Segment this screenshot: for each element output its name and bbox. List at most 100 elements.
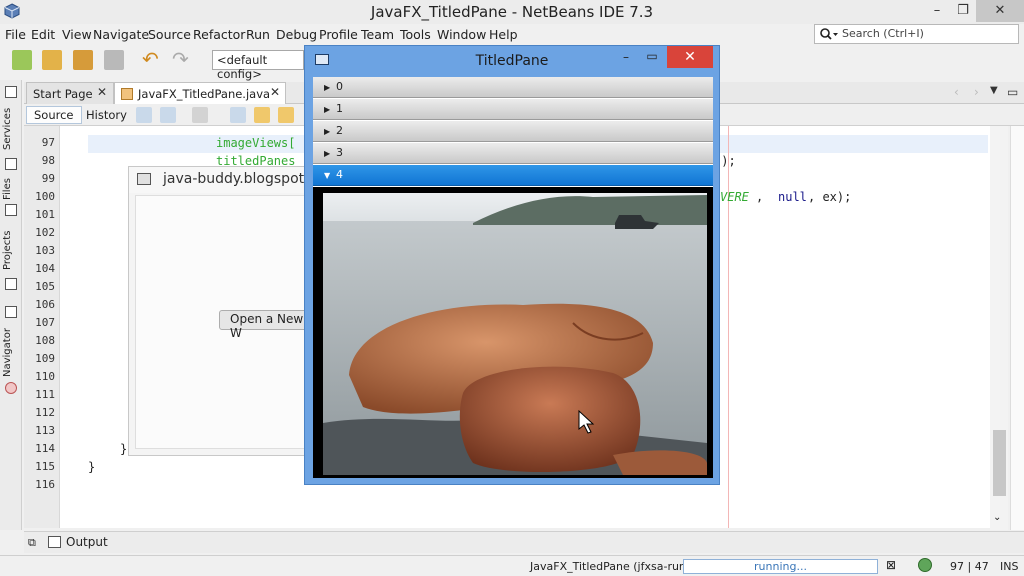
forward-icon[interactable]	[160, 107, 176, 123]
history-button[interactable]: History	[78, 106, 135, 124]
menu-team[interactable]: Team	[361, 27, 394, 42]
minimize-button[interactable]: –	[613, 46, 639, 68]
running-task-label: JavaFX_TitledPane (jfxsa-run)	[530, 560, 691, 573]
maximize-editor-icon[interactable]: ▭	[1007, 85, 1018, 99]
menu-refactor[interactable]: Refactor	[193, 27, 245, 42]
titled-pane-4[interactable]: ▼ 4	[313, 165, 713, 186]
search-input[interactable]: Search (Ctrl+I)	[814, 24, 1019, 44]
line-number: 103	[35, 244, 55, 257]
rocks-photo	[323, 193, 707, 475]
menu-profile[interactable]: Profile	[319, 27, 358, 42]
services-panel-icon[interactable]	[5, 86, 17, 98]
navigator-panel-icon[interactable]	[5, 306, 17, 318]
scrollbar-thumb[interactable]	[993, 430, 1006, 496]
line-number: 114	[35, 442, 55, 455]
code-line-100-level: VERE	[720, 190, 749, 204]
prev-occurrence-icon[interactable]	[254, 107, 270, 123]
close-button[interactable]: ✕	[667, 46, 713, 68]
side-tab-navigator[interactable]: Navigator	[2, 324, 20, 382]
files-icon[interactable]	[5, 204, 17, 216]
editor-scrollbar[interactable]: ⌄	[990, 126, 1008, 530]
output-tab[interactable]: Output	[66, 535, 108, 549]
find-icon[interactable]	[230, 107, 246, 123]
bookmark-icon[interactable]	[192, 107, 208, 123]
titled-pane-2[interactable]: ▶ 2	[313, 121, 713, 142]
scroll-down-icon[interactable]: ⌄	[993, 512, 1001, 523]
new-file-icon[interactable]	[12, 50, 32, 70]
scroll-left-icon[interactable]: ‹	[954, 85, 959, 99]
titled-pane-3[interactable]: ▶ 3	[313, 143, 713, 164]
line-number: 109	[35, 352, 55, 365]
undo-icon[interactable]: ↶	[142, 49, 162, 70]
line-number: 105	[35, 280, 55, 293]
open-project-icon[interactable]	[73, 50, 93, 70]
redo-icon[interactable]: ↷	[172, 49, 192, 70]
tab-list-chevron-down-icon[interactable]: ▼	[990, 85, 998, 96]
code-line-97: imageViews[	[216, 136, 296, 150]
menu-help[interactable]: Help	[489, 27, 518, 42]
progress-bar[interactable]: running...	[683, 559, 878, 574]
menu-navigate[interactable]: Navigate	[93, 27, 149, 42]
menu-tools[interactable]: Tools	[400, 27, 431, 42]
line-number: 104	[35, 262, 55, 275]
maximize-button[interactable]: ▭	[639, 46, 665, 68]
java-file-icon	[121, 88, 133, 100]
caret-position: 97 | 47	[950, 560, 989, 573]
menu-edit[interactable]: Edit	[31, 27, 55, 42]
side-tab-services[interactable]: Services	[2, 104, 20, 154]
restore-window-icon[interactable]: ⧉	[28, 536, 36, 550]
titledpane-window: TitledPane – ▭ ✕ ▶ 0 ▶ 1 ▶ 2 ▶ 3 ▼ 4	[304, 45, 720, 485]
tab-label: JavaFX_TitledPane.java	[138, 87, 271, 101]
tab-javafx-titledpane[interactable]: JavaFX_TitledPane.java	[114, 82, 286, 104]
chevron-right-icon: ▶	[324, 105, 331, 114]
line-number-gutter: 97 98 99 100 101 102 103 104 105 106 107…	[24, 126, 60, 528]
side-tab-files[interactable]: Files	[2, 174, 20, 204]
code-line-100-sep: ,	[756, 190, 771, 204]
code-line-115: }	[88, 460, 96, 474]
menu-run[interactable]: Run	[246, 27, 270, 42]
menu-view[interactable]: View	[62, 27, 92, 42]
window-header: java-buddy.blogspot.c	[129, 167, 316, 193]
chevron-right-icon: ▶	[324, 83, 331, 92]
ide-window-title: JavaFX_TitledPane - NetBeans IDE 7.3	[370, 3, 654, 21]
close-button[interactable]: ✕	[976, 0, 1024, 22]
line-number: 116	[35, 478, 55, 491]
new-project-icon[interactable]	[42, 50, 62, 70]
cancel-task-icon[interactable]: ⊠	[886, 558, 896, 572]
line-number: 100	[35, 190, 55, 203]
menu-window[interactable]: Window	[437, 27, 486, 42]
next-occurrence-icon[interactable]	[278, 107, 294, 123]
line-number: 115	[35, 460, 55, 473]
scroll-right-icon[interactable]: ›	[974, 85, 979, 99]
line-number: 108	[35, 334, 55, 347]
right-margin-guide	[728, 126, 729, 528]
save-all-icon[interactable]	[104, 50, 124, 70]
menu-debug[interactable]: Debug	[276, 27, 317, 42]
error-stripe	[1010, 126, 1024, 530]
back-icon[interactable]	[136, 107, 152, 123]
search-placeholder: Search (Ctrl+I)	[842, 27, 924, 40]
close-tab-icon[interactable]: ✕	[270, 85, 280, 99]
titled-pane-1[interactable]: ▶ 1	[313, 99, 713, 120]
window-icon	[137, 173, 151, 185]
side-dock: Services Files Projects Navigator	[0, 80, 22, 530]
config-select[interactable]: <default config>	[212, 50, 304, 81]
close-tab-icon[interactable]: ✕	[97, 85, 107, 99]
line-number: 110	[35, 370, 55, 383]
pane-label: 2	[336, 124, 343, 137]
pane-content	[313, 187, 713, 478]
line-number: 98	[41, 154, 55, 167]
chevron-down-icon: ▼	[324, 171, 331, 180]
notification-icon[interactable]	[918, 558, 932, 572]
line-number: 107	[35, 316, 55, 329]
navigator-icon[interactable]	[5, 382, 17, 394]
menu-source[interactable]: Source	[148, 27, 191, 42]
projects-icon[interactable]	[5, 278, 17, 290]
menu-file[interactable]: File	[5, 27, 26, 42]
files-panel-icon[interactable]	[5, 158, 17, 170]
ide-title-bar: JavaFX_TitledPane - NetBeans IDE 7.3 – ❐…	[0, 0, 1024, 24]
source-button[interactable]: Source	[26, 106, 82, 124]
side-tab-projects[interactable]: Projects	[2, 226, 20, 274]
titled-pane-0[interactable]: ▶ 0	[313, 77, 713, 98]
maximize-button[interactable]: ❐	[948, 0, 978, 22]
